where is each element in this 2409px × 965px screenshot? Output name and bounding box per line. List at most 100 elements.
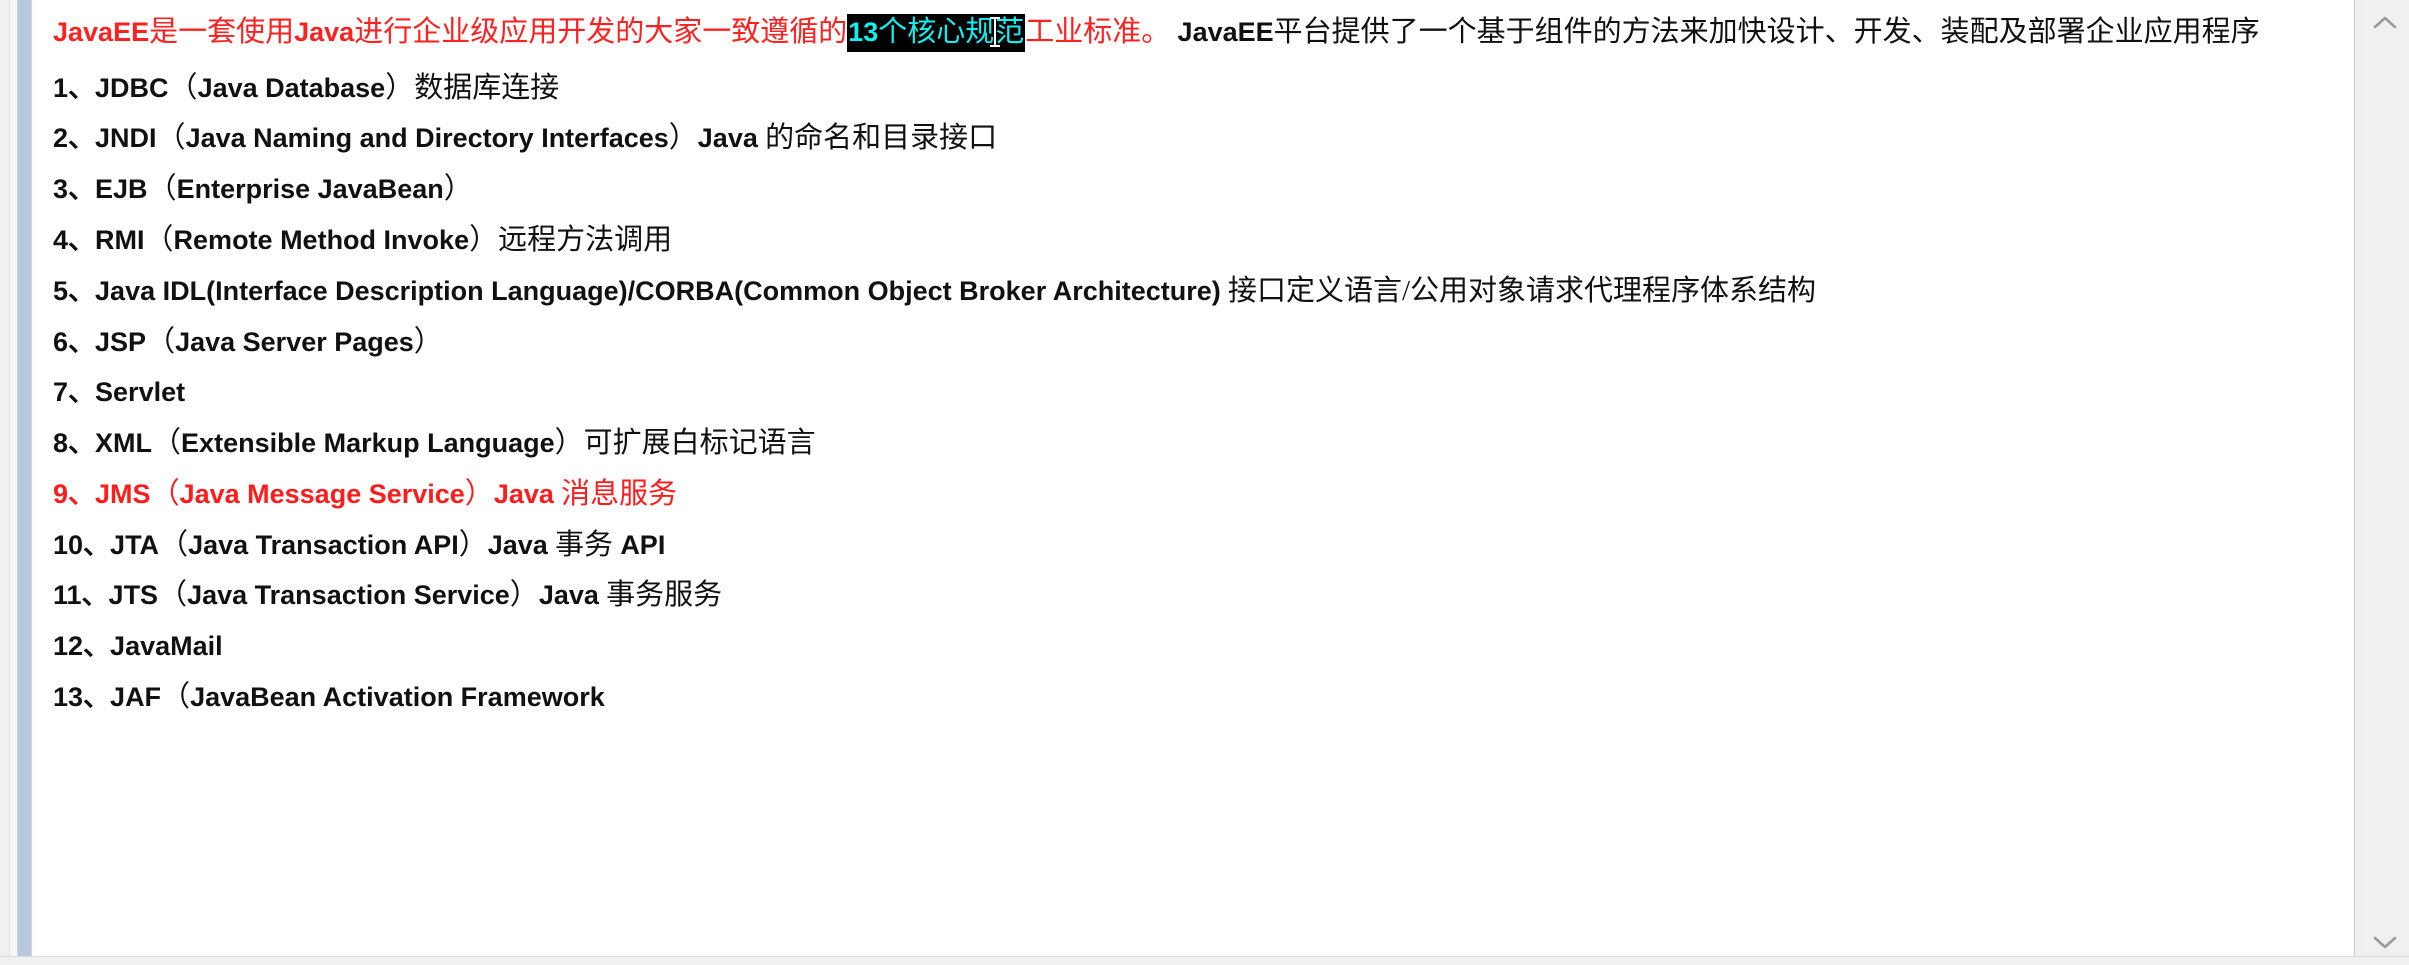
javaee-spec-list: 1、JDBC（Java Database）数据库连接 2、JNDI（Java N… <box>53 68 2354 719</box>
intro-red-after: 工业标准。 <box>1025 16 1170 48</box>
text-run-cjk: ） <box>554 427 584 460</box>
window-frame-outer <box>0 0 10 965</box>
text-run-latin: JDBC <box>95 72 169 103</box>
text-run-cjk: ） <box>509 579 539 612</box>
text-run-latin: Java Database <box>197 72 386 103</box>
text-run-cjk: 的命名和目录接口 <box>757 122 998 155</box>
list-item-number: 8、 <box>53 428 96 459</box>
text-run-latin: Extensible Markup Language <box>181 428 555 459</box>
text-run-latin: XML <box>95 428 153 459</box>
text-run-latin: JTS <box>108 580 159 611</box>
list-item-label: JTA（Java Transaction API）Java 事务 API <box>110 529 665 561</box>
list-item-number: 5、 <box>53 275 96 306</box>
list-item[interactable]: 11、JTS（Java Transaction Service）Java 事务服… <box>53 575 2354 617</box>
text-run-cjk: 事务服务 <box>598 579 723 612</box>
text-run-latin: JNDI <box>95 123 157 154</box>
list-item-number: 7、 <box>53 377 96 408</box>
text-run-cjk: ） <box>668 122 698 155</box>
text-run-cjk: 事务 <box>547 528 621 561</box>
text-run-cjk: （ <box>161 680 191 713</box>
list-item-number: 4、 <box>53 224 96 255</box>
list-item-label: JSP（Java Server Pages） <box>95 326 443 358</box>
text-run-latin: Java Naming and Directory Interfaces <box>185 123 669 154</box>
text-run-latin: Enterprise JavaBean <box>176 174 444 205</box>
text-run-latin: RMI <box>95 224 145 255</box>
list-item[interactable]: 5、Java IDL(Interface Description Languag… <box>53 271 2354 313</box>
text-run-latin: Java IDL(Interface Description Language)… <box>95 275 1221 306</box>
text-run-latin: Servlet <box>95 377 186 408</box>
list-item[interactable]: 8、XML（Extensible Markup Language）可扩展白标记语… <box>53 423 2354 465</box>
text-run-latin: JavaEE <box>53 17 150 47</box>
window-frame-mid <box>10 0 17 965</box>
window-frame-accent-bar <box>17 0 32 965</box>
text-run-latin: Java Transaction API <box>188 529 459 560</box>
text-run-cjk: （ <box>150 477 180 510</box>
text-run-latin: EJB <box>95 174 148 205</box>
chevron-up-icon <box>2372 15 2398 31</box>
text-run-latin: JSP <box>95 326 147 357</box>
list-item[interactable]: 9、JMS（Java Message Service）Java 消息服务 <box>53 474 2354 516</box>
list-item[interactable]: 13、JAF（JavaBean Activation Framework <box>53 677 2354 719</box>
selected-text-run: 范 <box>995 16 1025 48</box>
text-run-latin: JavaBean Activation Framework <box>190 681 605 712</box>
text-run-cjk: 数据库连接 <box>414 71 560 104</box>
list-item[interactable]: 10、JTA（Java Transaction API）Java 事务 API <box>53 525 2354 567</box>
text-run-cjk: 是一套使用 <box>149 16 295 48</box>
text-run-latin: Remote Method Invoke <box>173 224 470 255</box>
list-item-number: 9、 <box>53 478 96 509</box>
text-run-cjk: 接口定义语言/公用对象请求代理程序体系结构 <box>1220 274 1817 307</box>
scrollbar-left-edge <box>2354 0 2361 965</box>
list-item-number: 12、 <box>53 631 111 662</box>
text-run-cjk: ） <box>413 325 443 358</box>
text-run-latin: API <box>620 529 666 560</box>
text-run-cjk: （ <box>144 223 174 256</box>
list-item-label: Java IDL(Interface Description Language)… <box>95 275 1816 307</box>
list-item[interactable]: 12、JavaMail <box>53 626 2354 668</box>
text-run-latin: Java Transaction Service <box>187 580 510 611</box>
document-body[interactable]: JavaEE是一套使用Java进行企业级应用开发的大家一致遵循的13个核心规范工… <box>53 12 2354 719</box>
text-run-cjk: （ <box>158 579 188 612</box>
scrollbar-track[interactable] <box>2361 46 2409 919</box>
window-bottom-strip <box>0 956 2409 965</box>
list-item-label: JDBC（Java Database）数据库连接 <box>95 72 559 104</box>
document-content-pane[interactable]: JavaEE是一套使用Java进行企业级应用开发的大家一致遵循的13个核心规范工… <box>37 0 2354 965</box>
text-run-cjk: ） <box>464 477 494 510</box>
text-run-latin: Java <box>294 17 355 47</box>
text-run-latin: Java <box>487 529 548 560</box>
scrollbar-up-button[interactable] <box>2361 0 2409 46</box>
list-item-label: JavaMail <box>110 630 223 662</box>
list-item[interactable]: 1、JDBC（Java Database）数据库连接 <box>53 68 2354 110</box>
text-cursor-ibeam <box>990 17 1001 47</box>
list-item-label: JNDI（Java Naming and Directory Interface… <box>95 122 997 154</box>
list-item[interactable]: 3、EJB（Enterprise JavaBean） <box>53 169 2354 211</box>
intro-paragraph[interactable]: JavaEE是一套使用Java进行企业级应用开发的大家一致遵循的13个核心规范工… <box>53 12 2353 54</box>
text-run-cjk: （ <box>156 122 186 155</box>
text-run-cjk: ） <box>469 223 499 256</box>
list-item-number: 3、 <box>53 174 96 205</box>
text-run-latin: JTA <box>110 529 160 560</box>
list-item[interactable]: 6、JSP（Java Server Pages） <box>53 322 2354 364</box>
text-run-cjk: （ <box>152 427 182 460</box>
vertical-scrollbar[interactable] <box>2361 0 2409 965</box>
text-run-latin: Java <box>697 123 758 154</box>
text-run-cjk: 消息服务 <box>553 477 678 510</box>
chevron-down-icon <box>2372 934 2398 950</box>
list-item[interactable]: 7、Servlet <box>53 372 2354 414</box>
text-run-cjk: ） <box>385 71 415 104</box>
text-run-cjk: （ <box>146 325 176 358</box>
text-run-cjk: 工业标准。 <box>1025 16 1171 48</box>
text-run-cjk: 可扩展白标记语言 <box>583 427 816 460</box>
text-selection-highlight[interactable]: 13个核心规范 <box>847 14 1026 52</box>
list-item-number: 2、 <box>53 123 96 154</box>
list-item[interactable]: 4、RMI（Remote Method Invoke）远程方法调用 <box>53 220 2354 262</box>
text-run-latin: Java Message Service <box>179 478 465 509</box>
text-run-latin: JMS <box>95 478 151 509</box>
text-run-latin: Java <box>538 580 599 611</box>
list-item-label: XML（Extensible Markup Language）可扩展白标记语言 <box>95 427 816 459</box>
list-item-label: JMS（Java Message Service）Java 消息服务 <box>95 478 677 510</box>
text-run-latin: JavaMail <box>110 631 223 662</box>
list-item-number: 10、 <box>53 529 111 560</box>
list-item[interactable]: 2、JNDI（Java Naming and Directory Interfa… <box>53 118 2354 160</box>
text-run-cjk: 进行企业级应用开发的大家一致遵循的 <box>354 16 848 48</box>
intro-red-before: JavaEE是一套使用Java进行企业级应用开发的大家一致遵循的 <box>53 16 847 48</box>
